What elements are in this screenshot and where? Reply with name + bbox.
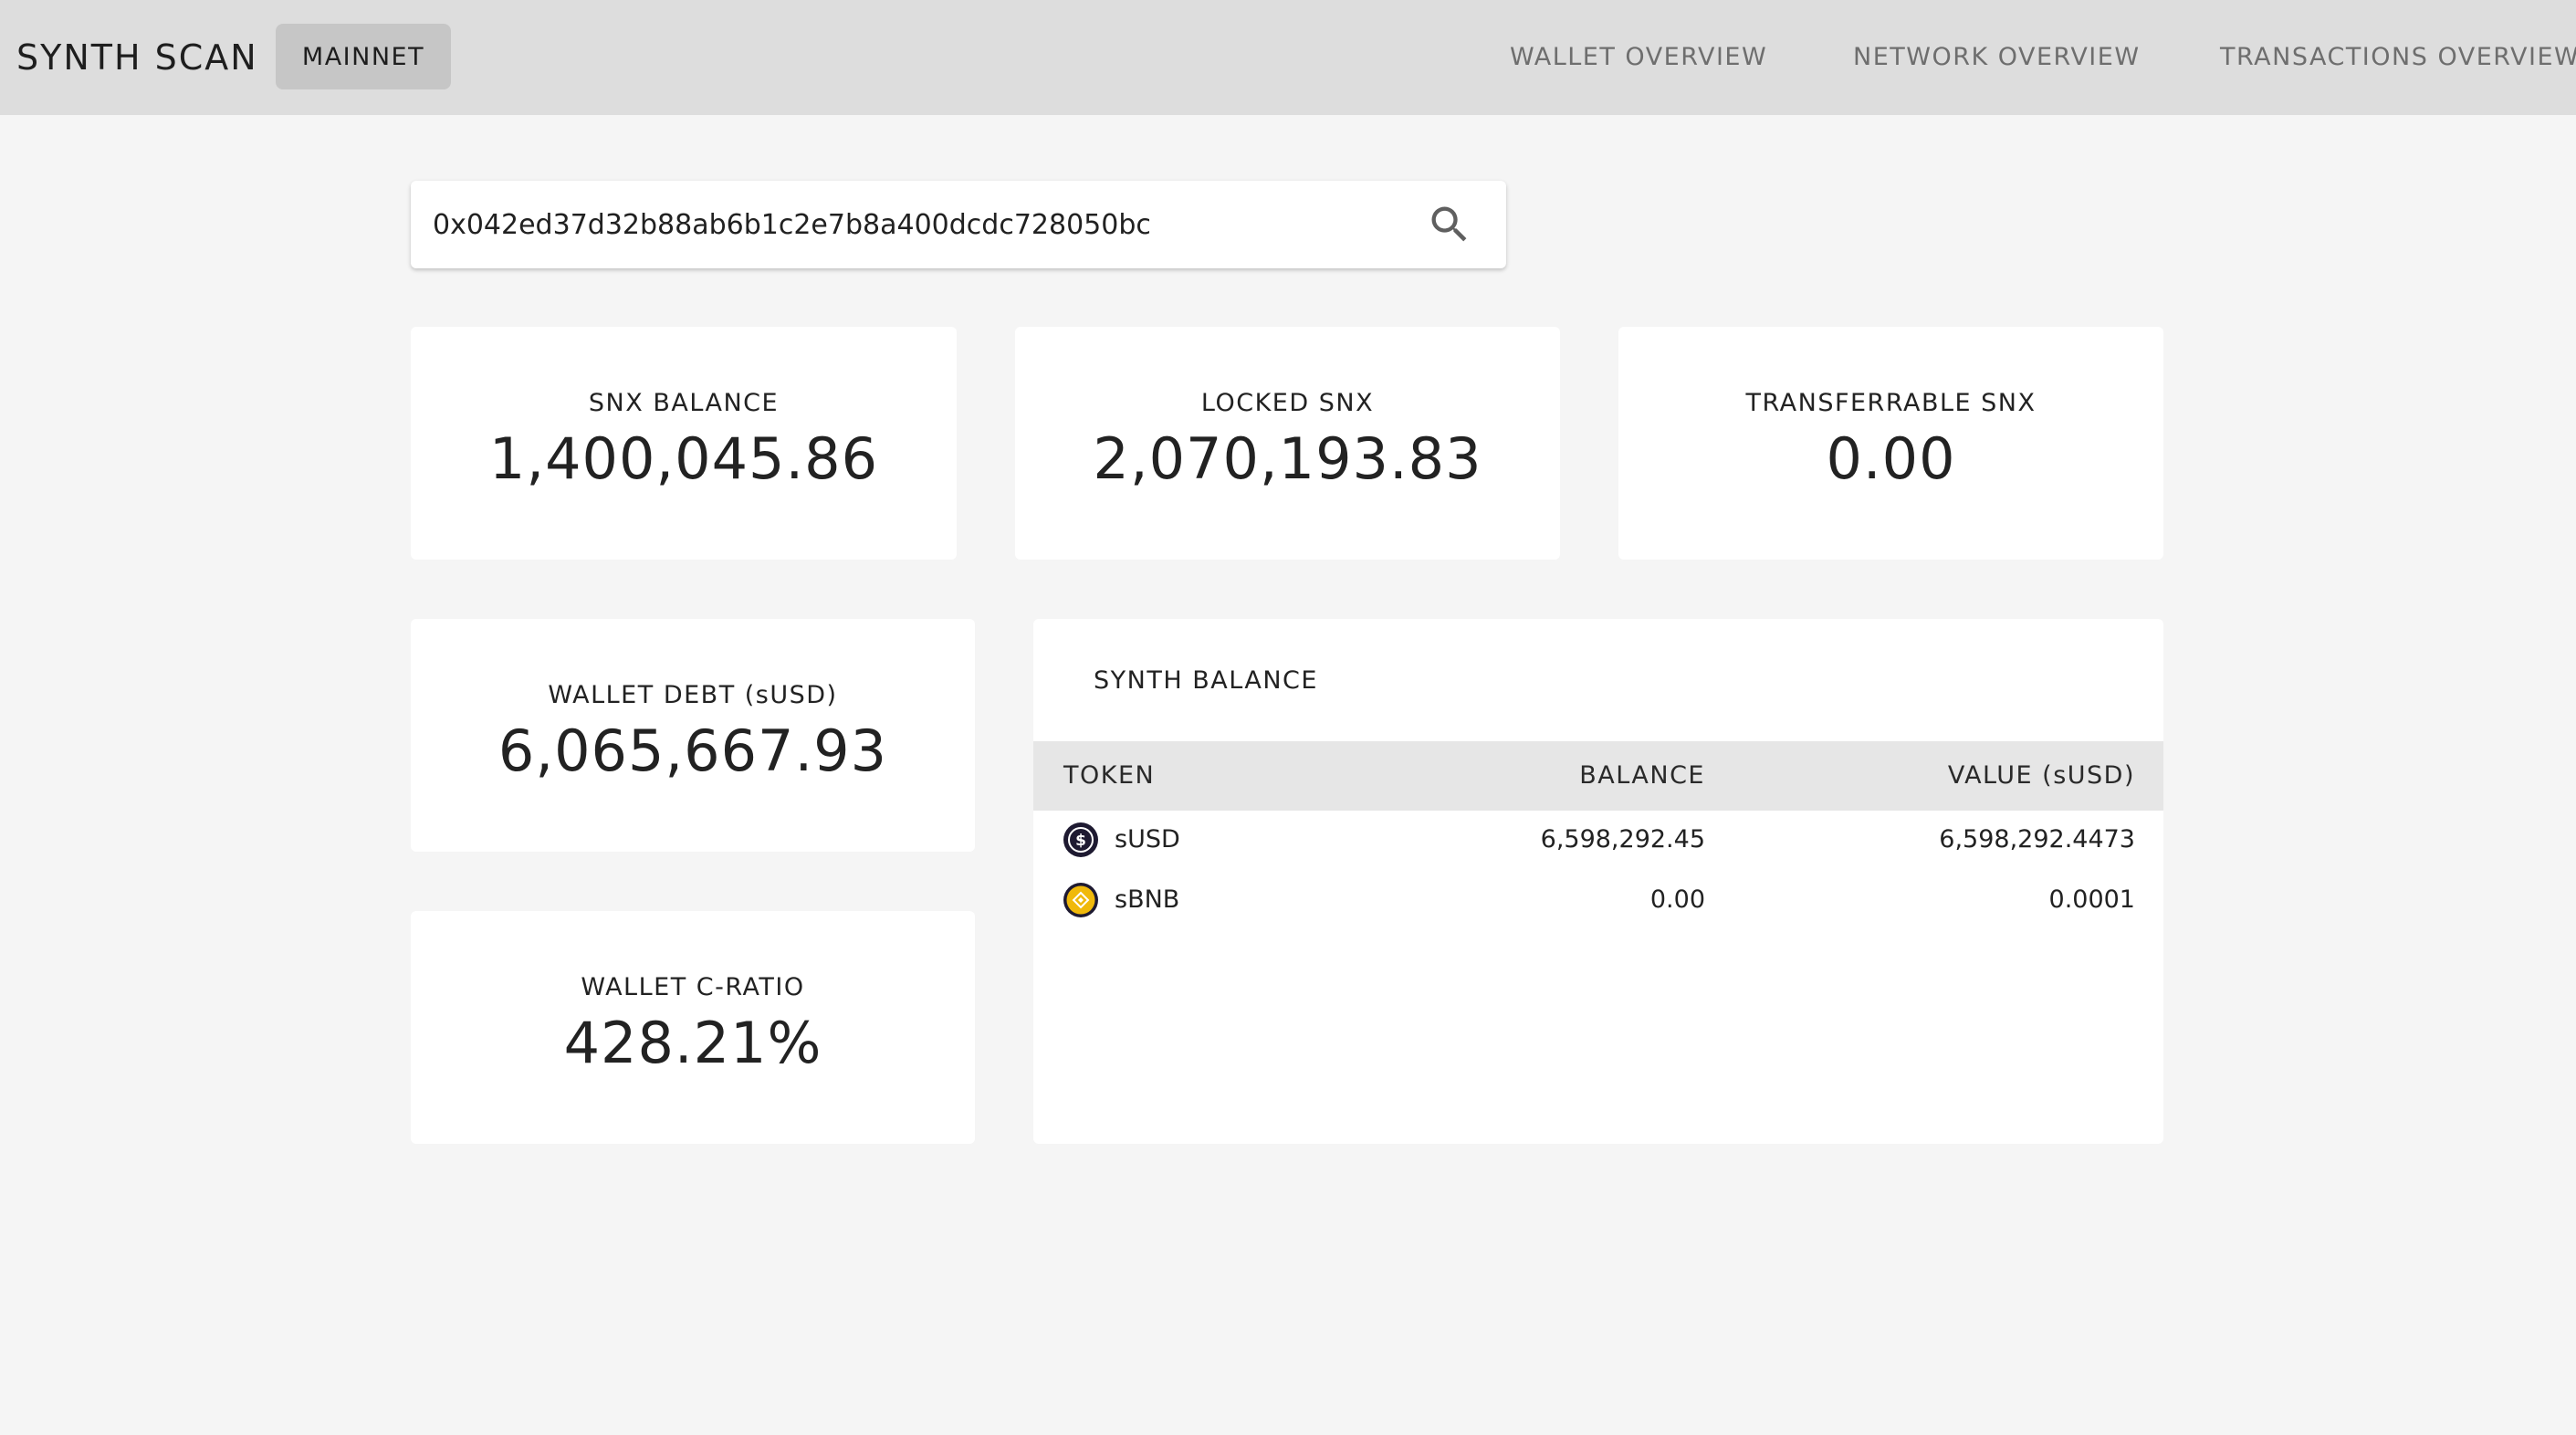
token-balance: 6,598,292.45 — [1540, 825, 1705, 854]
snx-balance-value: 1,400,045.86 — [488, 425, 879, 492]
token-name: sUSD — [1115, 825, 1180, 854]
column-header-balance: BALANCE — [1579, 761, 1705, 790]
transferrable-snx-label: TRANSFERRABLE SNX — [1745, 389, 2037, 417]
locked-snx-card: LOCKED SNX 2,070,193.83 — [1015, 327, 1560, 560]
sbnb-icon — [1063, 883, 1098, 917]
network-selector-button[interactable]: MAINNET — [276, 24, 451, 89]
locked-snx-value: 2,070,193.83 — [1093, 425, 1482, 492]
table-row: sBNB 0.00 0.0001 — [1033, 871, 2163, 931]
wallet-search-box — [411, 181, 1506, 268]
locked-snx-label: LOCKED SNX — [1200, 389, 1375, 417]
synth-balance-title: SYNTH BALANCE — [1094, 666, 1318, 695]
token-name: sBNB — [1115, 885, 1180, 914]
token-balance: 0.00 — [1649, 885, 1705, 914]
snx-balance-card: SNX BALANCE 1,400,045.86 — [411, 327, 957, 560]
wallet-cratio-value: 428.21% — [563, 1010, 822, 1076]
column-header-value: VALUE (sUSD) — [1947, 761, 2135, 790]
nav-network-overview[interactable]: NETWORK OVERVIEW — [1853, 42, 2141, 73]
wallet-cratio-card: WALLET C-RATIO 428.21% — [411, 911, 975, 1144]
table-row: $ sUSD 6,598,292.45 6,598,292.4473 — [1033, 811, 2163, 871]
app-title[interactable]: SYNTH SCAN — [16, 37, 258, 79]
wallet-debt-value: 6,065,667.93 — [497, 718, 888, 784]
search-icon[interactable] — [1426, 201, 1473, 248]
nav-wallet-overview[interactable]: WALLET OVERVIEW — [1510, 42, 1767, 73]
snx-balance-label: SNX BALANCE — [588, 389, 780, 417]
top-app-bar: SYNTH SCAN MAINNET WALLET OVERVIEW NETWO… — [0, 0, 2576, 115]
wallet-address-input[interactable] — [433, 203, 1400, 246]
transferrable-snx-card: TRANSFERRABLE SNX 0.00 — [1618, 327, 2163, 560]
svg-text:$: $ — [1075, 832, 1086, 850]
wallet-cratio-label: WALLET C-RATIO — [581, 973, 805, 1001]
token-value: 6,598,292.4473 — [1939, 825, 2135, 854]
nav-transactions-overview[interactable]: TRANSACTIONS OVERVIEW — [2220, 42, 2576, 73]
wallet-debt-card: WALLET DEBT (sUSD) 6,065,667.93 — [411, 619, 975, 852]
wallet-debt-label: WALLET DEBT (sUSD) — [548, 681, 838, 709]
transferrable-snx-value: 0.00 — [1826, 425, 1956, 492]
synth-balance-card: SYNTH BALANCE TOKEN BALANCE VALUE (sUSD)… — [1033, 619, 2163, 1144]
token-value: 0.0001 — [2048, 885, 2135, 914]
table-header: TOKEN BALANCE VALUE (sUSD) — [1033, 741, 2163, 811]
column-header-token: TOKEN — [1063, 761, 1156, 790]
susd-icon: $ — [1063, 822, 1098, 857]
